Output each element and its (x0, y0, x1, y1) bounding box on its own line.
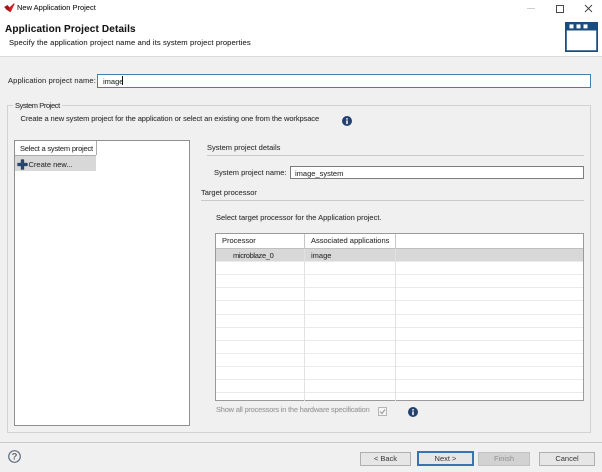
svg-text:?: ? (12, 451, 18, 462)
